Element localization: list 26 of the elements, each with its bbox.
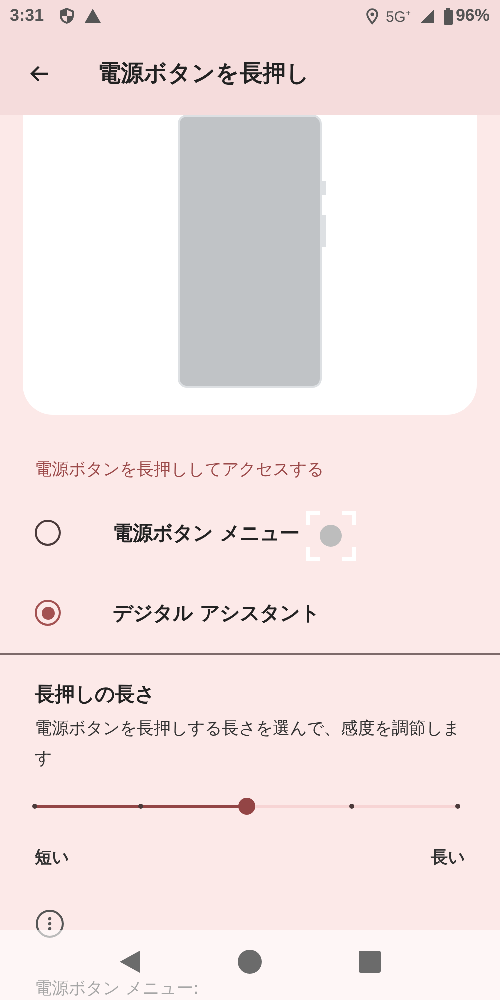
status-time: 3:31 — [10, 6, 44, 26]
battery-percent: 96% — [456, 6, 490, 26]
back-icon[interactable] — [118, 950, 141, 974]
footer-note: 電源ボタン メニュー: — [35, 978, 200, 1000]
battery-icon — [444, 8, 453, 24]
recents-icon[interactable] — [359, 951, 382, 973]
min-label: 短い — [35, 847, 69, 869]
home-icon[interactable] — [238, 950, 262, 974]
section-header: 電源ボタンを長押ししてアクセスする — [35, 459, 325, 481]
max-label: 長い — [431, 847, 465, 869]
setting-title: 長押しの長さ — [35, 681, 156, 708]
radio-button[interactable] — [35, 520, 61, 546]
signal-icon — [420, 8, 435, 24]
duration-slider[interactable] — [35, 796, 458, 816]
location-icon — [366, 8, 379, 24]
radio-option[interactable]: デジタル アシスタント — [23, 573, 477, 653]
radio-button[interactable] — [35, 600, 61, 626]
info-icon — [35, 909, 65, 939]
touch-indicator-icon — [305, 510, 357, 562]
radio-option[interactable]: 電源ボタン メニュー — [23, 493, 477, 573]
network-type: 5G⁺ — [386, 8, 411, 26]
slider-thumb[interactable] — [238, 798, 255, 815]
warning-triangle-icon — [84, 8, 102, 24]
setting-description: 電源ボタンを長押しする長さを選んで、感度を調節します — [35, 718, 461, 771]
page-title: 電源ボタンを長押し — [98, 60, 310, 89]
shield-icon — [59, 7, 76, 25]
